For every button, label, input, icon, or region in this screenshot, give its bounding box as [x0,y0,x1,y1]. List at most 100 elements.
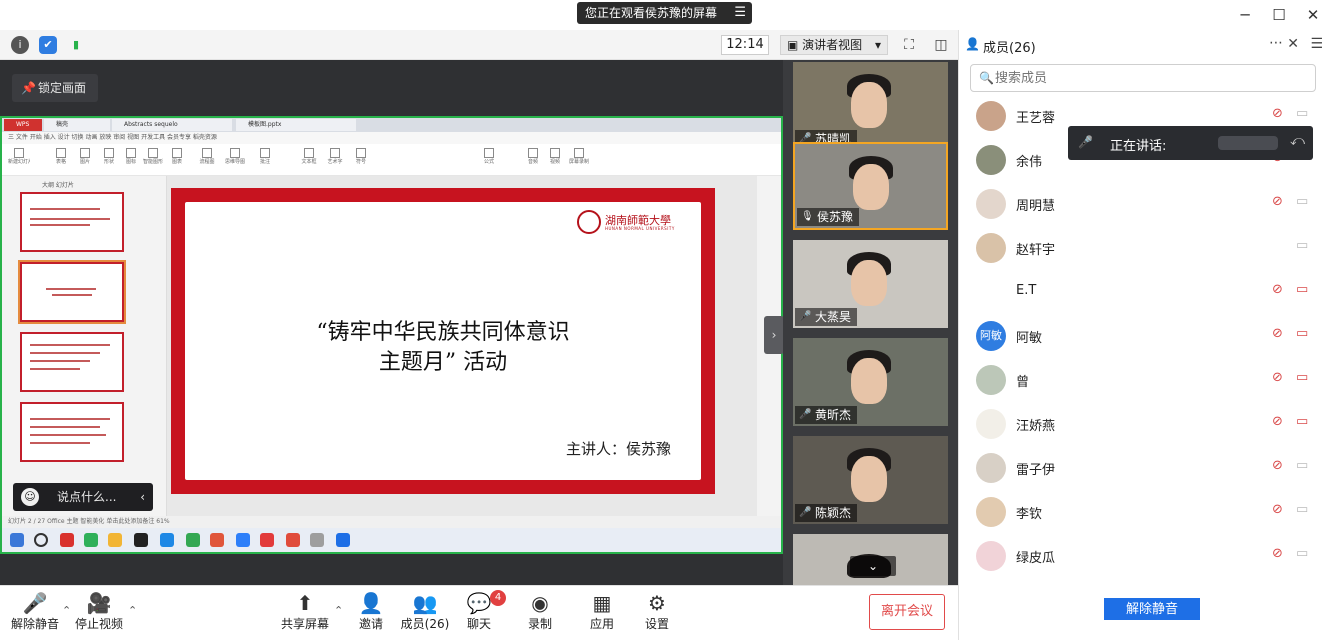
close-icon[interactable]: ✕ [1287,36,1299,52]
camera-icon[interactable]: ▭ [1296,546,1308,561]
member-row[interactable]: 雷子伊 ⊘ ▭ [959,446,1330,490]
record-button[interactable]: ◉ 录制 [505,590,575,638]
maximize-icon[interactable]: ☐ [1262,0,1296,30]
mic-off-icon[interactable]: ⊘ [1272,282,1283,297]
camera-icon[interactable]: ▭ [1296,502,1308,517]
camera-off-icon[interactable]: ▭ [1296,282,1308,297]
minimize-icon[interactable]: ─ [1228,0,1262,30]
collapse-strip-handle[interactable]: › [764,316,784,354]
return-icon[interactable]: ⤺ [1290,133,1305,149]
ppt-tab-bar: WPS Office 稿壳 Abstracts sequelo 模板图.pptx [2,118,781,140]
mic-off-icon[interactable]: ⊘ [1272,414,1283,429]
avatar [976,145,1006,175]
camera-icon[interactable]: ▭ [1296,106,1308,121]
video-strip: 🎤 苏晴凯 🎙 侯苏豫 🎤 大蒸昊 🎤 黄昕杰 🎤 陈颖杰 [783,60,958,585]
info-icon[interactable]: i [11,36,29,54]
popout-icon[interactable]: ☰ [1310,36,1323,52]
video-tile[interactable]: 🎤 陈颖杰 [793,436,948,524]
lock-screen-button[interactable]: 📌 锁定画面 [12,74,98,102]
member-name: 阿敏 [1016,331,1043,346]
camera-icon[interactable]: ▭ [1296,238,1308,253]
avatar [976,101,1006,131]
ribbon-item-label: 图片 [79,159,90,165]
leave-meeting-button[interactable]: 离开会议 [869,594,945,630]
video-tile[interactable]: 🎤 黄昕杰 [793,338,948,426]
ribbon-item: 思维导图 [224,148,246,172]
member-row[interactable]: 曾 ⊘ ▭ [959,358,1330,402]
more-icon[interactable]: ⋯ [1269,35,1283,51]
mic-off-icon[interactable]: ⊘ [1272,502,1283,517]
chevron-left-icon[interactable]: ‹ [140,483,145,511]
mic-off-icon[interactable]: ⊘ [1272,106,1283,121]
video-tile[interactable]: 🎤 苏晴凯 [793,62,948,150]
member-row[interactable]: 汪娇燕 ⊘ ▭ [959,402,1330,446]
app-icon [236,533,250,547]
slide-thumbnail[interactable] [20,192,124,252]
app-icon [134,533,148,547]
mic-off-icon[interactable]: ⊘ [1272,458,1283,473]
university-seal-icon [577,210,601,234]
search-input[interactable] [995,69,1295,87]
camera-icon[interactable]: ▭ [1296,194,1308,209]
slide-thumbnail[interactable] [20,332,124,392]
mic-off-icon: 🎤 [22,591,48,615]
member-row[interactable]: 周明慧 ⊘ ▭ [959,182,1330,226]
participant-video [853,164,889,210]
member-name: 雷子伊 [1016,463,1056,478]
video-tile[interactable]: 🎙 侯苏豫 [793,142,948,230]
stop-video-label: 停止视频 [74,617,123,631]
app-icon [260,533,274,547]
ribbon-item: 视频 [544,148,566,172]
camera-off-icon[interactable]: ▭ [1296,326,1308,341]
slide-thumbnail[interactable] [20,402,124,462]
participant-name: 大蒸昊 [815,310,852,324]
signal-icon[interactable]: ▮ [67,36,85,54]
mic-off-icon[interactable]: ⊘ [1272,546,1283,561]
slide-thumbnails: 大纲 幻灯片 [2,176,167,516]
camera-icon[interactable]: ▭ [1296,458,1308,473]
slide-title-line: “铸牢中华民族共同体意识 [316,320,570,345]
ribbon-item: 图片 [74,148,96,172]
chat-label: 聊天 [466,617,491,631]
chat-quick-input[interactable]: ☺ 说点什么... ‹ [13,483,153,511]
member-row[interactable]: 赵轩宇 ▭ [959,226,1330,270]
avatar [976,541,1006,571]
chevron-down-icon[interactable]: ⌄ [850,556,896,576]
close-icon[interactable]: ✕ [1296,0,1330,30]
share-screen-button[interactable]: ⬆ 共享屏幕 [270,590,340,638]
mic-off-icon[interactable]: ⊘ [1272,370,1283,385]
unmute-button[interactable]: 🎤 解除静音 [0,590,70,638]
fullscreen-icon[interactable]: ⛶ [900,36,918,54]
camera-off-icon[interactable]: ▭ [1296,370,1308,385]
stop-video-button[interactable]: 🎥 停止视频 [64,590,134,638]
ribbon-item-label: 流程图 [199,159,215,165]
mic-off-icon[interactable]: ⊘ [1272,194,1283,209]
screen-share-notice[interactable]: 您正在观看侯苏豫的屏幕 ☰ [577,2,752,24]
chat-button[interactable]: 💬 聊天 4 [444,590,514,638]
university-subtitle: HUNAN NORMAL UNIVERSITY [605,226,675,231]
ribbon-item: 图表 [166,148,188,172]
avatar: 阿敏 [976,321,1006,351]
video-stage: 📌 锁定画面 WPS Office 稿壳 Abstracts sequelo 模… [0,60,783,585]
slide-thumbnail[interactable] [18,260,126,324]
mic-off-icon[interactable]: ⊘ [1272,326,1283,341]
member-row[interactable]: 李钦 ⊘ ▭ [959,490,1330,534]
video-tile[interactable]: 🎤 大蒸昊 [793,240,948,328]
member-search[interactable]: 🔍 [970,64,1316,92]
unmute-all-button[interactable]: 解除静音 [1104,598,1200,620]
emoji-icon[interactable]: ☺ [21,488,39,506]
settings-button[interactable]: ⚙ 设置 [622,590,692,638]
current-slide: 湖南師範大學 HUNAN NORMAL UNIVERSITY “铸牢中华民族共同… [171,188,715,494]
chevron-up-icon[interactable]: ⌃ [128,604,137,617]
view-mode-select[interactable]: ▣ 演讲者视图 ▾ [780,35,888,55]
ribbon-item-label: 文本框 [301,159,317,165]
member-row[interactable]: 阿敏 阿敏 ⊘ ▭ [959,314,1330,358]
shield-icon[interactable]: ✔ [39,36,57,54]
member-row[interactable]: E.T ⊘ ▭ [959,270,1330,314]
menu-icon[interactable]: ☰ [734,2,746,24]
ribbon-item-label: 公式 [483,159,494,165]
camera-off-icon[interactable]: ▭ [1296,414,1308,429]
windows-taskbar [2,528,781,552]
side-panel-icon[interactable]: ◫ [932,36,950,54]
member-row[interactable]: 绿皮瓜 ⊘ ▭ [959,534,1330,578]
